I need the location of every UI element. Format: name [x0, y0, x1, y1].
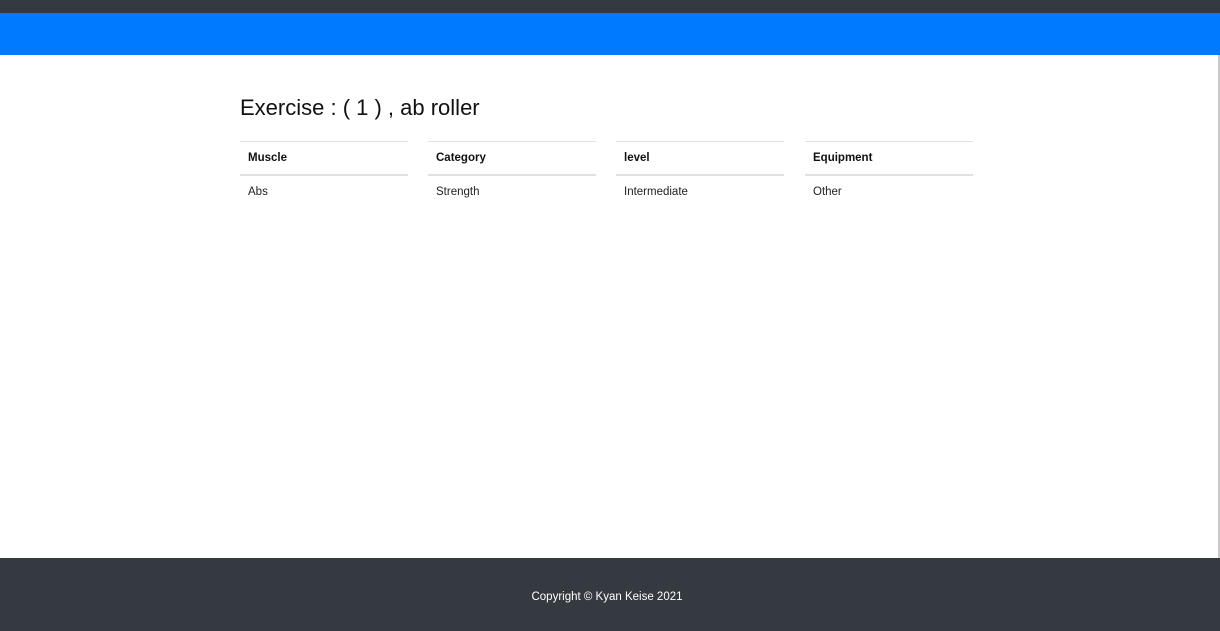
page: Exercise : ( 1 ) , ab roller Muscle Abs …	[0, 0, 1220, 631]
muscle-value: Abs	[248, 186, 268, 198]
category-header: Category	[428, 141, 596, 176]
table-header-row: Category	[428, 141, 596, 176]
browser-top-bar	[0, 0, 1220, 13]
category-value: Strength	[436, 186, 480, 198]
main-content: Exercise : ( 1 ) , ab roller Muscle Abs …	[0, 55, 1220, 558]
equipment-header: Equipment	[805, 141, 973, 176]
level-value: Intermediate	[624, 186, 688, 198]
footer: Copyright © Kyan Keise 2021	[0, 558, 1220, 631]
navbar	[0, 13, 1220, 55]
level-table: level Intermediate	[616, 141, 784, 208]
equipment-value: Other	[813, 186, 842, 198]
page-title: Exercise : ( 1 ) , ab roller	[240, 95, 480, 120]
table-row: Strength	[428, 175, 596, 208]
footer-copyright: Copyright © Kyan Keise 2021	[531, 591, 683, 603]
category-table: Category Strength	[428, 141, 596, 208]
table-row: Abs	[240, 175, 408, 208]
table-header-row: level	[616, 141, 784, 176]
table-header-row: Equipment	[805, 141, 973, 176]
equipment-table: Equipment Other	[805, 141, 973, 208]
muscle-table: Muscle Abs	[240, 141, 408, 208]
table-row: Intermediate	[616, 175, 784, 208]
level-header: level	[616, 141, 784, 176]
table-row: Other	[805, 175, 973, 208]
muscle-header: Muscle	[240, 141, 408, 176]
table-header-row: Muscle	[240, 141, 408, 176]
